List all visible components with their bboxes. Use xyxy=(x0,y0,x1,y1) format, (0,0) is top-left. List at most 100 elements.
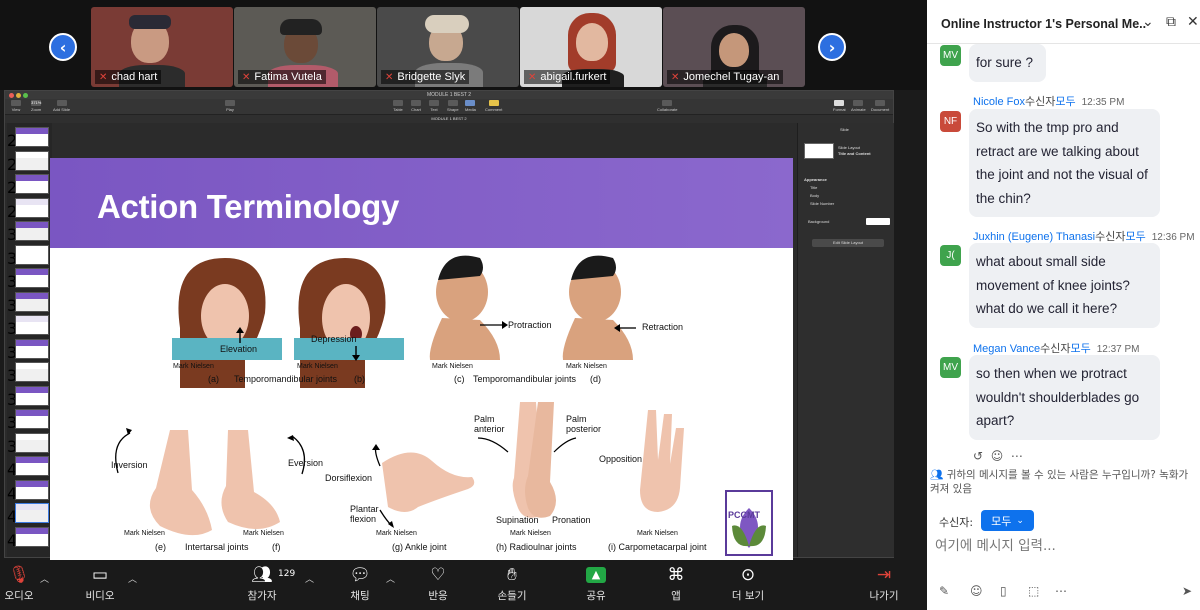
chat-button[interactable]: 💬︎ 채팅 xyxy=(345,564,375,603)
label-dorsiflexion: Dorsiflexion xyxy=(325,473,373,483)
screenshot-icon[interactable]: ⬚ xyxy=(1028,584,1039,598)
emoji-icon[interactable]: ☺ xyxy=(970,584,983,598)
caption-intertarsal: Intertarsal joints xyxy=(185,542,249,552)
close-dot-icon xyxy=(9,93,14,98)
audio-button[interactable]: 🎙︎ 오디오 xyxy=(0,564,38,603)
audio-options-caret[interactable]: ︿ xyxy=(40,572,49,585)
leave-button[interactable]: ⇥ 나가기 xyxy=(864,564,904,603)
video-tile-bridgette-slyk[interactable]: ✕ Bridgette Slyk xyxy=(377,7,519,87)
video-tile-chad-hart[interactable]: ✕ chad hart xyxy=(91,7,233,87)
sender-avatar[interactable]: MV xyxy=(940,45,961,66)
send-icon[interactable]: ➤ xyxy=(1182,584,1192,598)
slide-thumbnail[interactable] xyxy=(15,197,49,218)
collaborate-button: Collaborate xyxy=(657,100,677,112)
emoji-icon[interactable]: ☺ xyxy=(991,449,1004,463)
format-button: Format xyxy=(833,100,846,112)
slide-thumbnail[interactable] xyxy=(15,268,49,288)
participants-button[interactable]: 👥︎ 참가자 xyxy=(244,564,280,603)
raise-hand-button[interactable]: ✋︎ 손들기 xyxy=(494,564,530,603)
message-bubble[interactable]: for sure ? xyxy=(969,44,1046,82)
format-text-icon[interactable]: ✎ xyxy=(939,584,949,598)
pop-out-icon[interactable]: ⧉ xyxy=(1166,14,1176,30)
apps-button[interactable]: ⌘ 앱 xyxy=(662,564,690,603)
sender-avatar[interactable]: MV xyxy=(940,357,961,378)
slide-thumbnail[interactable] xyxy=(15,409,49,429)
slide-canvas: Action Terminology Elevation Depression … xyxy=(50,158,793,560)
label-supination: Supination xyxy=(496,515,539,525)
previous-participants-button[interactable]: ‹ xyxy=(49,33,77,61)
slide-thumbnail[interactable] xyxy=(15,385,49,406)
add-slide-button: Add Slide xyxy=(53,100,70,112)
video-tile-jomechel-tugay-an[interactable]: ✕ Jomechel Tugay-an xyxy=(663,7,805,87)
sender-name[interactable]: Megan Vance xyxy=(973,343,1040,355)
slide-thumbnail[interactable] xyxy=(15,432,49,453)
message-time: 12:36 PM xyxy=(1151,232,1195,243)
caption-f: (f) xyxy=(272,542,281,552)
share-screen-button[interactable]: ▲ 공유 xyxy=(581,564,611,603)
video-camera-icon: ▭ xyxy=(91,565,109,585)
slide-thumbnail[interactable] xyxy=(15,315,49,335)
slide-thumbnail[interactable] xyxy=(15,362,49,382)
reply-icon[interactable]: ↺ xyxy=(973,449,983,463)
chevron-down-icon[interactable]: ⌄ xyxy=(1142,14,1154,30)
participants-options-caret[interactable]: ︿ xyxy=(305,572,314,585)
minimize-dot-icon xyxy=(16,93,21,98)
slide-thumbnail[interactable] xyxy=(15,174,49,194)
sender-name[interactable]: Juxhin (Eugene) Thanasi xyxy=(973,231,1095,243)
zoom-dot-icon xyxy=(23,93,28,98)
video-tile-abigail-furkert[interactable]: ✕ abigail.furkert xyxy=(520,7,662,87)
chat-header: Online Instructor 1's Personal Me... ⌄ ⧉… xyxy=(927,0,1200,44)
photo-credit: Mark Nielsen xyxy=(432,363,473,370)
recipient-dropdown[interactable]: 모두 ⌄ xyxy=(981,510,1034,531)
sender-line: Megan Vance수신자모두 12:37 PM xyxy=(973,340,1140,356)
slide-thumbnail[interactable] xyxy=(15,291,49,312)
next-participants-button[interactable]: › xyxy=(818,33,846,61)
logo-text: PCCMT xyxy=(728,510,760,520)
visibility-notice[interactable]: 👥︎ 귀하의 메시지를 볼 수 있는 사람은 누구입니까? 녹화가 켜져 있음 xyxy=(930,468,1200,496)
slide-thumbnail[interactable] xyxy=(15,479,49,500)
recipient-everyone: 모두 xyxy=(1070,343,1091,355)
message-input[interactable] xyxy=(935,534,1190,558)
message-bubble[interactable]: so then when we protract wouldn't should… xyxy=(969,355,1160,440)
video-tile-fatima-vutela[interactable]: ✕ Fatima Vutela xyxy=(234,7,376,87)
video-options-caret[interactable]: ︿ xyxy=(128,572,137,585)
sender-avatar[interactable]: NF xyxy=(940,111,961,132)
sender-name[interactable]: Nicole Fox xyxy=(973,96,1025,108)
chat-options-caret[interactable]: ︿ xyxy=(386,572,395,585)
video-button[interactable]: ▭ 비디오 xyxy=(80,564,120,603)
slide-thumbnail[interactable] xyxy=(15,503,49,523)
share-icon: ▲ xyxy=(581,564,611,586)
slide-thumbnail[interactable] xyxy=(15,338,49,359)
react-button[interactable]: ♡ 반응 xyxy=(423,564,453,603)
close-icon[interactable]: ✕ xyxy=(1187,14,1199,30)
caption-d: (d) xyxy=(590,374,601,384)
label-eversion: Eversion xyxy=(288,458,324,468)
keynote-title-bar: MODULE 1 BEST 2 xyxy=(5,91,893,99)
people-icon: 👥︎ xyxy=(930,469,944,481)
caption-i: (i) Carpometacarpal joint xyxy=(608,542,707,552)
slide-thumbnail[interactable] xyxy=(15,456,49,476)
label-depression: Depression xyxy=(311,334,357,344)
keynote-toolbar: View 371% Zoom Add Slide Play Table Chart… xyxy=(5,99,893,115)
slide-navigator: 262728293031323334353637383940414243 xyxy=(7,123,52,557)
recipient-label: 수신자: xyxy=(939,516,974,529)
more-button[interactable]: ⊙ 더 보기 xyxy=(728,564,768,603)
more-actions-icon[interactable]: ⋯ xyxy=(1011,449,1023,463)
message-bubble[interactable]: So with the tmp pro and retract are we t… xyxy=(969,109,1160,217)
slide-thumbnail[interactable] xyxy=(15,127,49,147)
anatomy-figures xyxy=(115,255,773,556)
message-bubble[interactable]: what about small side movement of knee j… xyxy=(969,243,1160,328)
leave-icon: ⇥ xyxy=(876,565,892,585)
slide-thumbnail[interactable] xyxy=(15,221,49,241)
more-options-icon[interactable]: ⋯ xyxy=(1055,584,1067,598)
mic-muted-icon: ✕ xyxy=(242,71,251,83)
file-icon[interactable]: ▯ xyxy=(1000,584,1007,598)
photo-credit: Mark Nielsen xyxy=(297,363,338,370)
slide-thumbnail[interactable] xyxy=(15,150,49,171)
caption-e: (e) xyxy=(155,542,166,552)
slide-thumbnail[interactable] xyxy=(15,526,49,547)
slide-thumbnail[interactable] xyxy=(15,244,49,265)
mic-muted-icon: ✕ xyxy=(385,71,394,83)
participant-strip: ‹ ✕ chad hart ✕ Fatima Vutela ✕ Bridgette S… xyxy=(0,0,927,90)
sender-avatar[interactable]: J( xyxy=(940,245,961,266)
